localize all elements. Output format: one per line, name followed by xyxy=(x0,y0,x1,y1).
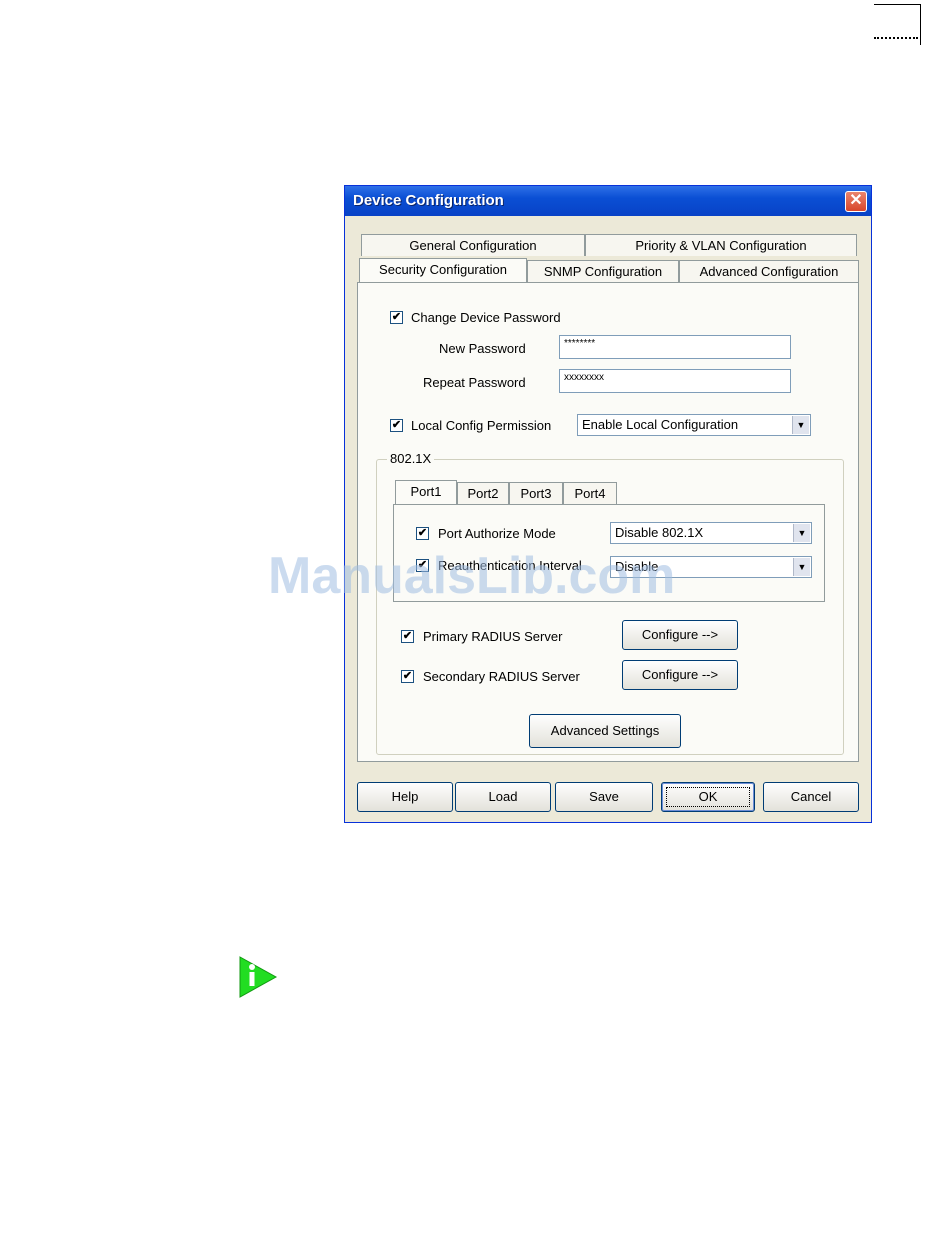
checkmark-icon: ✔ xyxy=(391,419,402,431)
tab-general-configuration[interactable]: General Configuration xyxy=(361,234,585,256)
dropdown-arrow-icon[interactable]: ▼ xyxy=(792,416,809,434)
tab-priority-vlan-configuration[interactable]: Priority & VLAN Configuration xyxy=(585,234,857,256)
new-password-input[interactable]: ******** xyxy=(559,335,791,359)
local-config-checkbox[interactable]: ✔ xyxy=(390,419,403,432)
local-config-value: Enable Local Configuration xyxy=(582,417,739,432)
close-button[interactable]: ✕ xyxy=(845,191,867,212)
port-authorize-value: Disable 802.1X xyxy=(615,525,704,540)
dot1x-groupbox: 802.1X Port1 Port2 Port3 Port4 ✔ Port Au… xyxy=(376,451,844,755)
port-authorize-checkbox[interactable]: ✔ xyxy=(416,527,429,540)
configure-primary-button[interactable]: Configure --> xyxy=(622,620,738,650)
primary-radius-checkbox[interactable]: ✔ xyxy=(401,630,414,643)
advanced-settings-button[interactable]: Advanced Settings xyxy=(529,714,681,748)
new-password-label: New Password xyxy=(439,341,526,356)
tab-port3[interactable]: Port3 xyxy=(509,482,563,504)
tab-port2[interactable]: Port2 xyxy=(457,482,509,504)
ok-button[interactable]: OK xyxy=(661,782,755,812)
checkmark-icon: ✔ xyxy=(391,311,402,323)
port1-panel: ✔ Port Authorize Mode Disable 802.1X ▼ ✔… xyxy=(393,504,825,602)
cancel-button[interactable]: Cancel xyxy=(763,782,859,812)
dialog-title: Device Configuration xyxy=(353,192,504,209)
tab-port1[interactable]: Port1 xyxy=(395,480,457,504)
repeat-password-label: Repeat Password xyxy=(423,375,526,390)
change-password-checkbox[interactable]: ✔ xyxy=(390,311,403,324)
checkmark-icon: ✔ xyxy=(402,670,413,682)
local-config-label: Local Config Permission xyxy=(411,418,552,433)
checkmark-icon: ✔ xyxy=(417,527,428,539)
close-icon: ✕ xyxy=(849,192,863,209)
save-button[interactable]: Save xyxy=(555,782,653,812)
help-button[interactable]: Help xyxy=(357,782,453,812)
tab-security-configuration[interactable]: Security Configuration xyxy=(359,258,527,282)
dot1x-group-label: 802.1X xyxy=(387,451,435,466)
focus-rect xyxy=(666,787,750,807)
security-configuration-panel: ✔ Change Device Password New Password **… xyxy=(357,282,859,762)
port-authorize-label: Port Authorize Mode xyxy=(438,526,556,541)
checkmark-icon: ✔ xyxy=(417,559,428,571)
dropdown-arrow-icon[interactable]: ▼ xyxy=(793,524,810,542)
secondary-radius-checkbox[interactable]: ✔ xyxy=(401,670,414,683)
info-icon xyxy=(239,956,278,998)
reauth-value: Disable xyxy=(615,559,659,574)
port-authorize-select[interactable]: Disable 802.1X ▼ xyxy=(610,522,812,544)
device-configuration-dialog: Device Configuration ✕ General Configura… xyxy=(344,185,872,823)
page-corner-mark xyxy=(874,4,921,45)
secondary-radius-label: Secondary RADIUS Server xyxy=(423,669,580,684)
reauth-select[interactable]: Disable ▼ xyxy=(610,556,812,578)
repeat-password-input[interactable]: xxxxxxxx xyxy=(559,369,791,393)
tab-advanced-configuration[interactable]: Advanced Configuration xyxy=(679,260,859,282)
local-config-select[interactable]: Enable Local Configuration ▼ xyxy=(577,414,811,436)
reauth-label: Reauthentication Interval xyxy=(438,558,582,573)
corner-dots xyxy=(874,37,918,39)
checkmark-icon: ✔ xyxy=(402,630,413,642)
tab-snmp-configuration[interactable]: SNMP Configuration xyxy=(527,260,679,282)
primary-radius-label: Primary RADIUS Server xyxy=(423,629,563,644)
reauth-checkbox[interactable]: ✔ xyxy=(416,559,429,572)
load-button[interactable]: Load xyxy=(455,782,551,812)
configure-secondary-button[interactable]: Configure --> xyxy=(622,660,738,690)
tab-port4[interactable]: Port4 xyxy=(563,482,617,504)
title-bar[interactable]: Device Configuration ✕ xyxy=(345,186,871,216)
change-password-label: Change Device Password xyxy=(411,310,561,325)
dropdown-arrow-icon[interactable]: ▼ xyxy=(793,558,810,576)
